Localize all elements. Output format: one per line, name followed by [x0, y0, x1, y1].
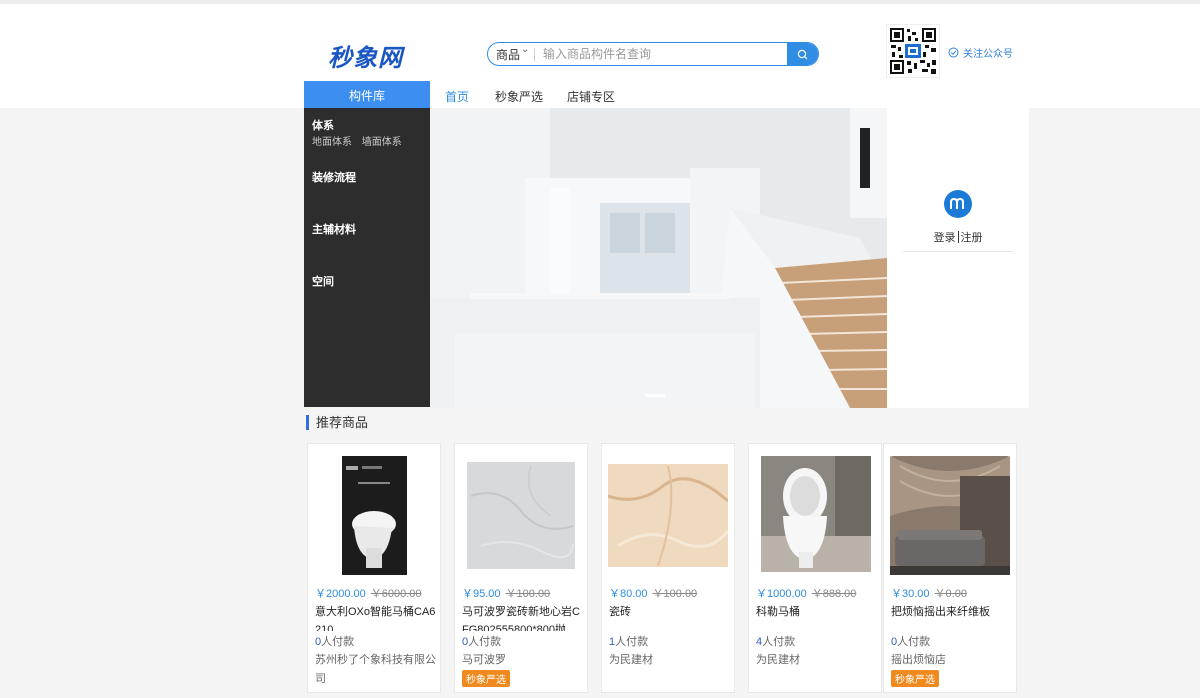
search-type-select[interactable]: 商品 — [496, 46, 520, 63]
product-name[interactable]: 把烦恼摇出来纤维板 — [891, 603, 1015, 631]
divider-line — [903, 251, 1013, 252]
nav-home[interactable]: 首页 — [445, 88, 469, 105]
shop-name[interactable]: 摇出烦恼店 — [891, 651, 1015, 670]
component-library-tab[interactable]: 构件库 — [304, 81, 430, 108]
sidebar-subitems: 地面体系 墙面体系 — [312, 133, 409, 148]
follow-label: 关注公众号 — [963, 49, 1013, 60]
site-logo[interactable]: 秒象网 — [328, 38, 403, 73]
sidebar-heading-process[interactable]: 装修流程 — [312, 169, 356, 185]
register-link[interactable]: 注册 — [961, 232, 983, 244]
banner-image[interactable] — [430, 108, 887, 408]
paid-count: 0人付款 — [315, 636, 355, 648]
product-card[interactable]: ￥80.00 ￥100.00 瓷砖 1人付款 为民建材 — [601, 443, 735, 693]
product-image[interactable] — [461, 456, 581, 575]
original-price: ￥0.00 — [934, 588, 967, 600]
nav-selected[interactable]: 秒象严选 — [495, 88, 543, 105]
product-price: ￥80.00 ￥100.00 — [609, 588, 698, 600]
product-price: ￥2000.00 ￥6000.00 — [315, 588, 422, 600]
product-image[interactable] — [755, 456, 875, 575]
sidebar-heading-system[interactable]: 体系 — [312, 117, 334, 133]
product-card[interactable]: ￥95.00 ￥100.00 马可波罗瓷砖新地心岩CFG802555800*800… — [454, 443, 588, 693]
product-image[interactable] — [890, 456, 1010, 575]
product-image[interactable] — [608, 456, 728, 575]
product-card[interactable]: ￥30.00 ￥0.00 把烦恼摇出来纤维板 0人付款 摇出烦恼店 秒象严选 — [883, 443, 1017, 693]
shop-name[interactable]: 为民建材 — [609, 651, 733, 670]
qr-code-image — [886, 24, 940, 78]
product-name[interactable]: 意大利OXo智能马桶CA6210 — [315, 603, 439, 631]
shop-name[interactable]: 苏州秒了个象科技有限公司 — [315, 651, 439, 689]
auth-links: 登录 注册 — [887, 229, 1029, 245]
product-price: ￥1000.00 ￥888.00 — [756, 588, 857, 600]
sidebar-item-floor-system[interactable]: 地面体系 — [312, 137, 352, 148]
product-name[interactable]: 马可波罗瓷砖新地心岩CFG802555800*800抛 — [462, 603, 586, 631]
follow-official-account[interactable]: 关注公众号 — [948, 45, 1013, 60]
paid-count: 0人付款 — [891, 636, 931, 648]
sidebar-item-wall-system[interactable]: 墙面体系 — [362, 137, 402, 148]
sidebar-heading-space[interactable]: 空间 — [312, 273, 334, 289]
product-card[interactable]: ￥2000.00 ￥6000.00 意大利OXo智能马桶CA6210 0人付款 苏… — [307, 443, 441, 693]
search-input[interactable] — [543, 45, 773, 63]
original-price: ￥888.00 — [811, 588, 857, 600]
product-card[interactable]: ￥1000.00 ￥888.00 科勒马桶 4人付款 为民建材 — [748, 443, 882, 693]
shop-name[interactable]: 为民建材 — [756, 651, 880, 670]
paid-count: 4人付款 — [756, 636, 796, 648]
login-panel: 登录 注册 — [887, 108, 1029, 408]
shop-name[interactable]: 马可波罗 — [462, 651, 586, 670]
search-button[interactable] — [787, 43, 818, 65]
site-mascot-icon — [944, 190, 972, 218]
original-price: ￥6000.00 — [370, 588, 422, 600]
product-price: ￥95.00 ￥100.00 — [462, 588, 551, 600]
search-divider — [534, 48, 535, 61]
chevron-down-icon[interactable]: ⌄ — [521, 44, 529, 55]
nav-shops[interactable]: 店铺专区 — [567, 88, 615, 105]
product-price: ￥30.00 ￥0.00 — [891, 588, 967, 600]
divider — [957, 231, 959, 243]
selected-badge: 秒象严选 — [462, 670, 510, 687]
search-icon — [797, 49, 808, 59]
paid-count: 1人付款 — [609, 636, 649, 648]
product-name[interactable]: 科勒马桶 — [756, 603, 880, 631]
product-image[interactable] — [314, 456, 434, 575]
login-link[interactable]: 登录 — [934, 232, 956, 244]
paid-count: 0人付款 — [462, 636, 502, 648]
category-sidebar: 体系 地面体系 墙面体系 装修流程 主辅材料 空间 — [304, 108, 430, 407]
check-circle-icon — [948, 47, 959, 58]
selected-badge: 秒象严选 — [891, 670, 939, 687]
search-bar: 商品 ⌄ — [487, 42, 819, 66]
original-price: ￥100.00 — [505, 588, 551, 600]
original-price: ￥100.00 — [652, 588, 698, 600]
section-title: 推荐商品 — [306, 415, 368, 430]
sidebar-heading-materials[interactable]: 主辅材料 — [312, 221, 356, 237]
product-name[interactable]: 瓷砖 — [609, 603, 733, 631]
